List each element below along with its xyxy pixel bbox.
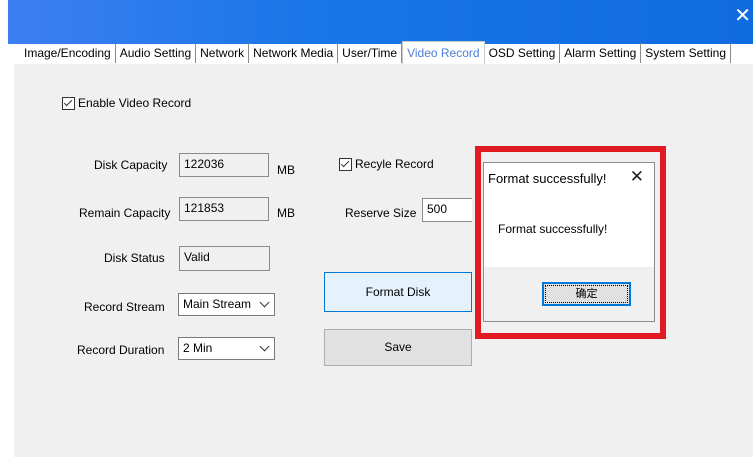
tab-audio-setting[interactable]: Audio Setting [116, 43, 197, 63]
tab-system-setting[interactable]: System Setting [641, 43, 731, 63]
enable-video-record-label: Enable Video Record [78, 96, 192, 110]
tab-image-encoding[interactable]: Image/Encoding [20, 43, 116, 63]
record-stream-select[interactable]: Main Stream [178, 293, 275, 316]
tab-network[interactable]: Network [196, 43, 250, 63]
tab-user-time[interactable]: User/Time [338, 43, 403, 63]
reserve-size-label: Reserve Size [345, 206, 417, 220]
enable-video-record-checkbox[interactable]: Enable Video Record [62, 96, 191, 110]
record-duration-value: 2 Min [183, 341, 213, 355]
window-titlebar: ✕ [0, 0, 753, 44]
remain-capacity-unit: MB [277, 206, 295, 220]
checkbox-checked-icon [62, 96, 75, 110]
disk-capacity-field: 122036 [179, 153, 269, 177]
tab-alarm-setting[interactable]: Alarm Setting [560, 43, 642, 63]
tab-network-media[interactable]: Network Media [249, 43, 339, 63]
highlight-frame [475, 146, 666, 339]
save-button[interactable]: Save [324, 329, 472, 366]
record-duration-select[interactable]: 2 Min [178, 337, 275, 360]
disk-capacity-label: Disk Capacity [94, 158, 168, 172]
titlebar-background [8, 0, 753, 44]
tab-osd-setting[interactable]: OSD Setting [485, 43, 561, 63]
disk-capacity-unit: MB [277, 163, 295, 177]
remain-capacity-field: 121853 [179, 197, 269, 221]
format-disk-button[interactable]: Format Disk [324, 272, 472, 312]
record-stream-label: Record Stream [84, 300, 165, 314]
disk-status-field: Valid [179, 246, 270, 271]
remain-capacity-label: Remain Capacity [79, 206, 171, 220]
chevron-down-icon [259, 297, 270, 308]
disk-status-label: Disk Status [104, 251, 165, 265]
recycle-record-label: Recyle Record [355, 157, 434, 171]
window-close-icon[interactable]: ✕ [734, 6, 751, 26]
tab-video-record[interactable]: Video Record [402, 41, 485, 65]
tab-bar: Image/Encoding Audio Setting Network Net… [20, 41, 731, 65]
checkbox-checked-icon [339, 157, 352, 171]
chevron-down-icon [259, 341, 270, 352]
reserve-size-input[interactable]: 500 [422, 198, 472, 222]
record-duration-label: Record Duration [77, 343, 165, 357]
record-stream-value: Main Stream [183, 297, 252, 311]
recycle-record-checkbox[interactable]: Recyle Record [339, 157, 434, 171]
